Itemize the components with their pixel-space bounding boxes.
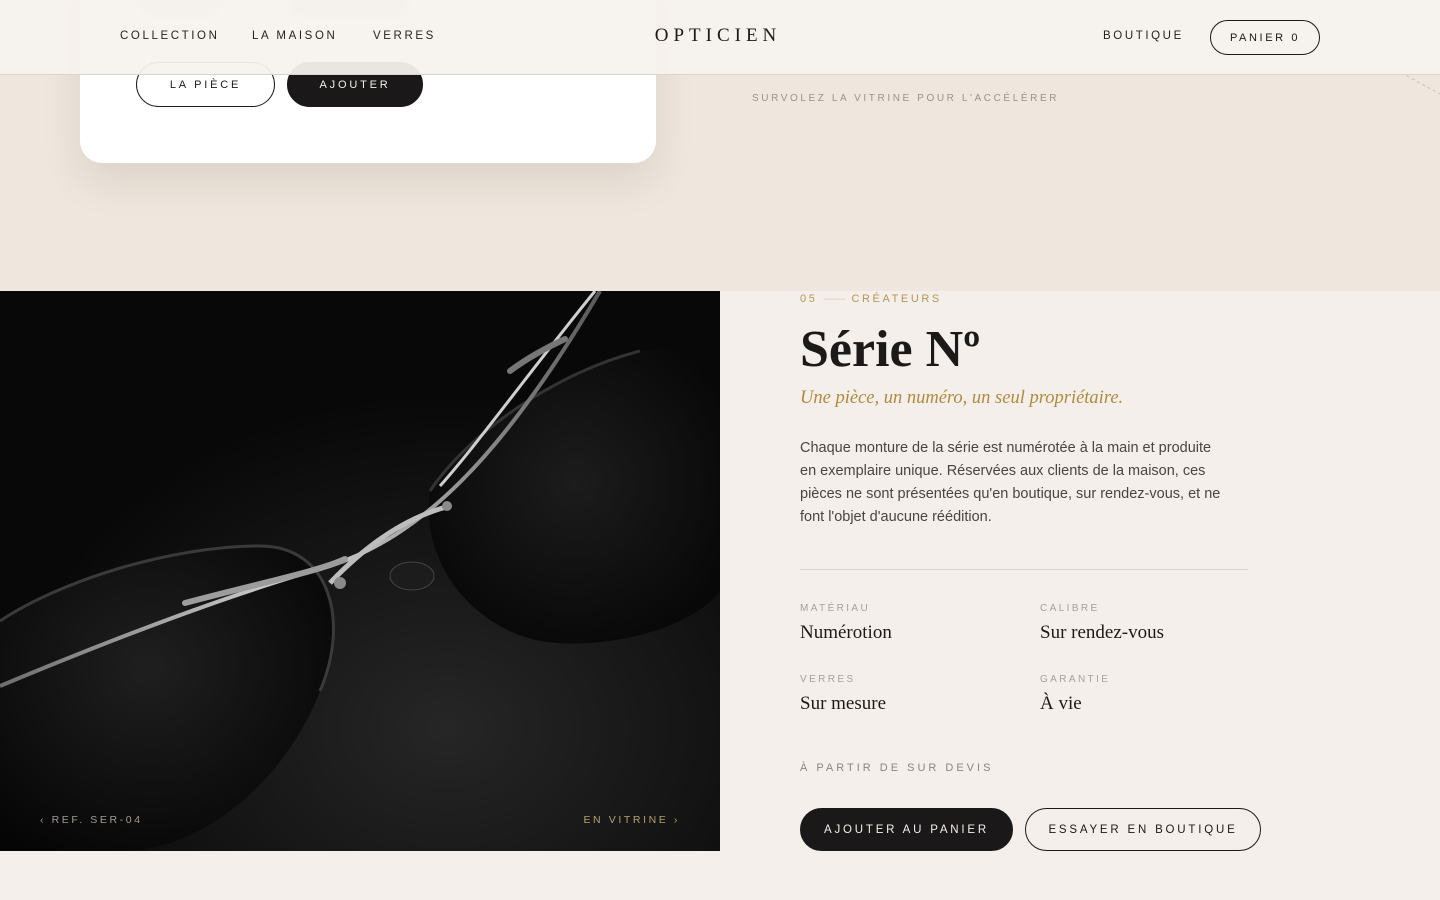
spec-materiau: MATÉRIAU Numérotion	[800, 603, 892, 644]
product-ref-caption[interactable]: ‹ REF. SER-04	[40, 814, 143, 826]
product-tagline: Une pièce, un numéro, un seul propriétai…	[800, 388, 1124, 408]
nav-boutique[interactable]: BOUTIQUE	[1103, 30, 1184, 42]
showcase-hover-hint: SURVOLEZ LA VITRINE POUR L'ACCÉLÉRER	[752, 93, 1060, 104]
cart-button[interactable]: PANIER 0	[1210, 20, 1320, 55]
spec-label: GARANTIE	[1040, 674, 1111, 685]
section-category: CRÉATEURS	[851, 293, 942, 305]
spec-label: VERRES	[800, 674, 856, 685]
eyeglasses-photo	[0, 291, 720, 851]
brand-logo[interactable]: OPTICIEN	[640, 25, 796, 47]
spec-value: Sur rendez-vous	[1040, 622, 1164, 643]
spec-label: MATÉRIAU	[800, 603, 871, 614]
product-description: Chaque monture de la série est numérotée…	[800, 440, 1221, 525]
spec-garantie: GARANTIE À vie	[1040, 674, 1110, 715]
spec-value: Sur mesure	[800, 693, 887, 714]
price-line: À PARTIR DE SUR DEVIS	[800, 762, 994, 774]
spec-value: À vie	[1040, 693, 1082, 714]
eyebrow-dash: ——	[823, 293, 846, 305]
product-title: Série Nº	[800, 321, 981, 378]
product-image: ‹ REF. SER-04 EN VITRINE ›	[0, 291, 720, 851]
spec-value: Numérotion	[800, 622, 892, 643]
spec-verres: VERRES Sur mesure	[800, 674, 886, 715]
section-index: 05	[800, 293, 818, 305]
section-eyebrow: 05 —— CRÉATEURS	[800, 293, 942, 305]
try-in-store-button[interactable]: ESSAYER EN BOUTIQUE	[1025, 808, 1261, 851]
nav-verres[interactable]: VERRES	[373, 30, 436, 42]
spec-label: CALIBRE	[1040, 603, 1100, 614]
divider	[800, 569, 1248, 570]
en-vitrine-link[interactable]: EN VITRINE ›	[583, 814, 680, 826]
nav-la-maison[interactable]: LA MAISON	[252, 30, 337, 42]
add-to-cart-button[interactable]: AJOUTER AU PANIER	[800, 808, 1013, 851]
site-header: COLLECTION LA MAISON VERRES OPTICIEN BOU…	[0, 0, 1440, 75]
nav-collection[interactable]: COLLECTION	[120, 30, 220, 42]
spec-calibre: CALIBRE Sur rendez-vous	[1040, 603, 1164, 644]
